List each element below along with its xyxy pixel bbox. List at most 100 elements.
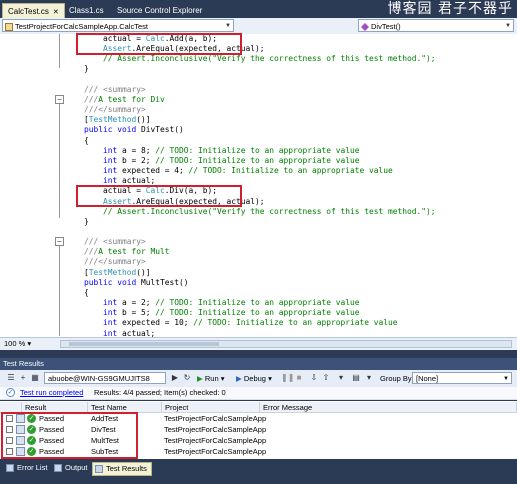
code-token: b = 2; [122, 155, 156, 165]
code-line[interactable]: ///</summary> [65, 105, 436, 115]
code-line[interactable]: int a = 8; // TODO: Initialize to an app… [65, 146, 436, 156]
code-token: a = 2; [122, 298, 156, 308]
group-by-value: [None] [416, 374, 439, 383]
code-token: int [65, 176, 123, 186]
code-line[interactable]: // Assert.Inconclusive("Verify the corre… [65, 54, 436, 64]
group-by-selector[interactable]: [None] ▼ [412, 372, 512, 384]
scrollbar-thumb[interactable] [69, 342, 219, 346]
code-line[interactable]: [TestMethod()] [65, 115, 436, 125]
code-line[interactable]: int b = 5; // TODO: Initialize to an app… [65, 308, 436, 318]
code-token: } [65, 64, 89, 74]
code-line[interactable]: public void DivTest() [65, 125, 436, 135]
code-line[interactable]: int expected = 10; // TODO: Initialize t… [65, 318, 436, 328]
code-token: b = 5; [122, 308, 156, 318]
run-icon[interactable]: ▶ [170, 373, 180, 383]
code-line[interactable]: int expected = 4; // TODO: Initialize to… [65, 166, 436, 176]
code-line[interactable]: } [65, 64, 436, 74]
code-line[interactable]: } [65, 217, 436, 227]
code-line[interactable] [65, 75, 436, 85]
import-icon[interactable]: ⇩ [309, 373, 319, 383]
tab-label: Error List [17, 463, 48, 472]
tab-output[interactable]: Output [52, 462, 88, 474]
code-line[interactable]: { [65, 288, 436, 298]
options-icon[interactable]: ▾ [364, 373, 374, 383]
code-token: // TODO: Initialize to an appropriate va… [155, 298, 360, 308]
outline-collapse-icon[interactable]: − [55, 237, 64, 246]
test-results-grid: Result Test Name Project Error Message ✓… [0, 401, 517, 459]
column-header-project[interactable]: Project [162, 402, 260, 413]
code-line[interactable]: /// <summary> [65, 85, 436, 95]
pause-icon[interactable]: ❚❚ [281, 373, 294, 383]
zoom-level[interactable]: 100 % ▾ [2, 338, 31, 350]
code-token: ()] [136, 267, 151, 277]
tab-test-results[interactable]: Test Results [92, 462, 152, 476]
code-line[interactable]: [TestMethod()] [65, 268, 436, 278]
code-token: TestMethod [88, 267, 137, 277]
code-line[interactable]: ///A test for Mult [65, 247, 436, 257]
editor-status-bar: 100 % ▾ [0, 337, 517, 350]
code-token: // Assert.Inconclusive("Verify the corre… [65, 206, 436, 216]
stop-icon[interactable]: ■ [294, 373, 304, 383]
code-line[interactable]: int a = 2; // TODO: Initialize to an app… [65, 298, 436, 308]
code-token: { [65, 135, 89, 145]
code-token: int [65, 166, 123, 176]
highlight-box-div [76, 185, 242, 207]
expand-icon[interactable]: ☰ [6, 373, 16, 383]
project-cell: TestProjectForCalcSampleApp [164, 425, 267, 434]
class-selector[interactable]: TestProjectForCalcSampleApp.CalcTest ▼ [2, 19, 234, 32]
column-header-error-message[interactable]: Error Message [260, 402, 517, 413]
test-run-selector[interactable]: abuobe@WIN-GS9GMUJITS8 2010-0 [44, 372, 166, 395]
run-button[interactable]: ▶ Run ▾ [197, 373, 225, 384]
debug-button[interactable]: ▶ Debug ▾ [236, 373, 272, 384]
code-token: actual; [122, 176, 156, 186]
tab-label: Test Results [106, 464, 147, 473]
refresh-icon[interactable]: ↻ [182, 373, 192, 383]
add-icon[interactable]: + [18, 373, 28, 383]
debug-icon: ▶ [236, 374, 242, 383]
zoom-value: 100 % [4, 339, 26, 348]
code-line[interactable] [65, 227, 436, 237]
code-token: int [65, 308, 123, 318]
test-results-toolbar: ☰ + ▦ abuobe@WIN-GS9GMUJITS8 2010-0 ▶ ↻ … [0, 370, 517, 395]
test-run-completed-link[interactable]: Test run completed [20, 387, 83, 399]
columns-icon[interactable]: ▤ [351, 373, 361, 383]
code-line[interactable]: public void MultTest() [65, 278, 436, 288]
member-selector[interactable]: DivTest() ▼ [358, 19, 514, 32]
code-token: /// [65, 94, 99, 104]
code-line[interactable]: ///</summary> [65, 257, 436, 267]
document-tab-strip: CalcTest.cs ✕ Class1.cs Source Control Ex… [0, 0, 517, 18]
tab-error-list[interactable]: Error List [4, 462, 47, 474]
tab-calctest[interactable]: CalcTest.cs ✕ [2, 3, 65, 18]
code-line[interactable]: /// <summary> [65, 237, 436, 247]
horizontal-scrollbar[interactable] [60, 340, 512, 348]
error-list-icon [6, 464, 14, 472]
code-line[interactable]: { [65, 136, 436, 146]
test-results-icon [95, 465, 103, 473]
code-token: } [65, 216, 89, 226]
code-token: A test for Div [98, 94, 165, 104]
group-by-label: Group By: [380, 374, 414, 383]
grid-icon[interactable]: ▦ [30, 373, 40, 383]
code-token: MultTest() [141, 277, 189, 287]
tab-source-control-explorer[interactable]: Source Control Explorer [112, 3, 207, 18]
code-token: // TODO: Initialize to an appropriate va… [188, 166, 393, 176]
code-token: int [65, 145, 123, 155]
code-token: TestMethod [88, 115, 137, 125]
code-line[interactable]: ///A test for Div [65, 95, 436, 105]
code-token: ///</summary> [65, 105, 146, 115]
filter-icon[interactable]: ▾ [336, 373, 346, 383]
debug-label: Debug [243, 374, 266, 383]
close-icon[interactable]: ✕ [53, 9, 59, 16]
outline-collapse-icon[interactable]: − [55, 95, 64, 104]
export-icon[interactable]: ⇧ [321, 373, 331, 383]
run-arrow-icon: ▶ [197, 374, 203, 383]
project-cell: TestProjectForCalcSampleApp [164, 436, 267, 445]
test-results-header: Test Results [0, 358, 517, 370]
code-line[interactable]: // Assert.Inconclusive("Verify the corre… [65, 207, 436, 217]
chevron-down-icon: ▼ [225, 23, 231, 29]
tab-label: Class1.cs [69, 6, 104, 15]
tab-label: Output [65, 463, 88, 472]
code-line[interactable]: int b = 2; // TODO: Initialize to an app… [65, 156, 436, 166]
results-summary: Results: 4/4 passed; Item(s) checked: 0 [94, 388, 226, 397]
tab-class1[interactable]: Class1.cs [64, 3, 109, 18]
